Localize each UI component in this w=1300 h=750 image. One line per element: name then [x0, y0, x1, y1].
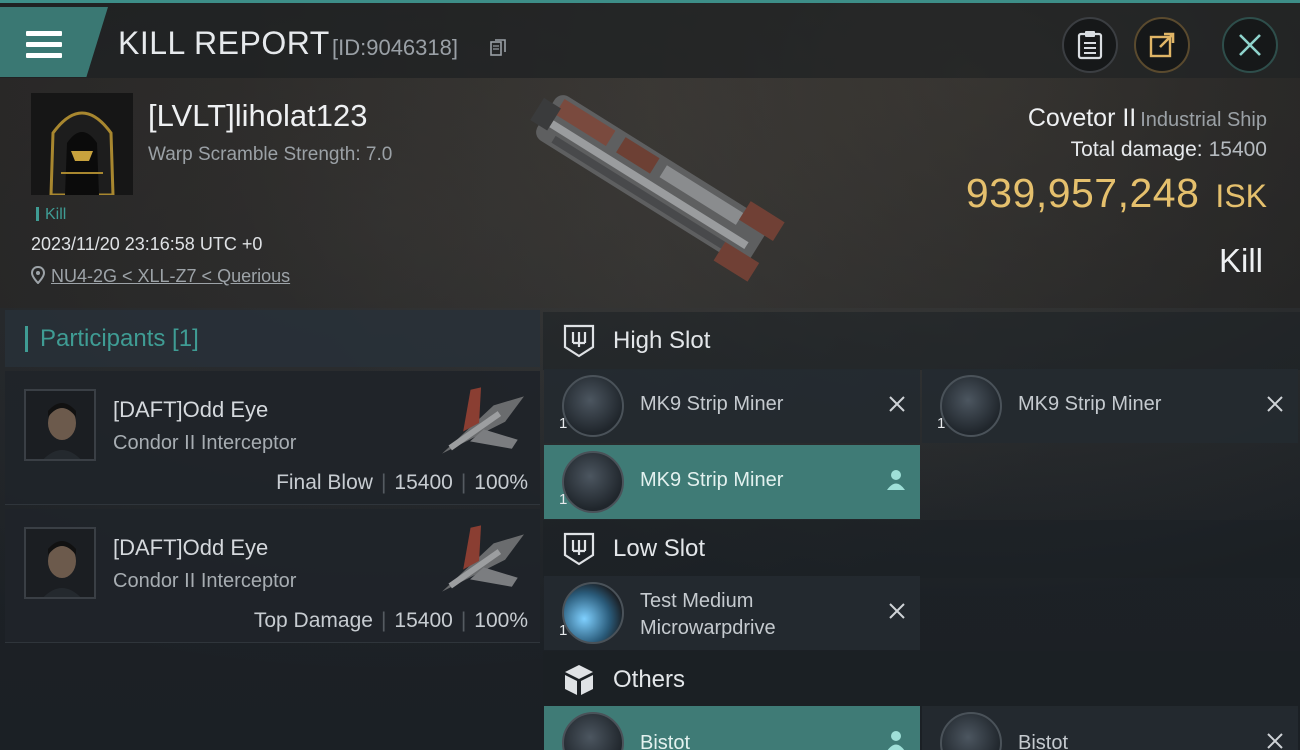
participant-ship: Condor II Interceptor	[113, 432, 297, 454]
result-tag: Kill	[36, 206, 66, 224]
module-quantity: 1	[559, 415, 568, 432]
participant-name[interactable]: [DAFT]Odd Eye	[113, 535, 268, 561]
participant-card[interactable]: [DAFT]Odd Eye Condor II Interceptor Fina…	[5, 371, 540, 505]
ship-class: Industrial Ship	[1140, 109, 1267, 131]
module-name: MK9 Strip Miner	[640, 469, 784, 491]
warp-scramble-strength: Warp Scramble Strength: 7.0	[148, 144, 393, 165]
others-header: Others	[543, 651, 1300, 709]
module-quantity: 1	[937, 415, 946, 432]
module-name-line1: Test Medium	[640, 590, 754, 612]
kill-location[interactable]: NU4-2G < XLL-Z7 < Querious	[30, 265, 290, 287]
victim-name[interactable]: [LVLT]liholat123	[148, 98, 367, 134]
participant-role: Final Blow	[276, 471, 373, 494]
participant-ship: Condor II Interceptor	[113, 570, 297, 592]
interceptor-ship-image	[442, 525, 524, 592]
isk-value: 939,957,248 ISK	[966, 170, 1267, 217]
share-button[interactable]	[1134, 17, 1190, 73]
low-slot-title: Low Slot	[613, 535, 706, 562]
dropped-pilot-icon	[887, 731, 905, 750]
report-id: [ID:9046318]	[332, 35, 458, 60]
module-name: MK9 Strip Miner	[1018, 393, 1162, 415]
high-slot-title: High Slot	[613, 327, 711, 354]
high-slot-icon	[563, 324, 595, 358]
module-item[interactable]: 1 MK9 Strip Miner	[922, 369, 1298, 443]
result-label: Kill	[1218, 242, 1263, 279]
header-bar: KILL REPORT [ID:9046318]	[0, 0, 1300, 78]
participant-avatar	[24, 527, 96, 599]
module-name: Bistot	[640, 732, 691, 750]
cargo-box-icon	[565, 665, 593, 695]
kill-summary: [LVLT]liholat123 Warp Scramble Strength:…	[0, 78, 1300, 308]
ore-icon	[940, 712, 1002, 750]
destroyed-x-icon	[889, 603, 905, 619]
participants-panel: Participants [1] [DAFT]Odd Eye Condor II…	[5, 310, 540, 750]
participant-avatar	[24, 389, 96, 461]
participant-percent: 100%	[474, 609, 528, 632]
total-damage: Total damage: 15400	[1071, 138, 1267, 162]
dropped-pilot-icon	[887, 470, 905, 490]
destroyed-x-icon	[889, 396, 905, 412]
module-quantity: 1	[559, 491, 568, 508]
others-title: Others	[613, 666, 686, 693]
total-damage-label: Total damage:	[1070, 138, 1203, 161]
module-item[interactable]: Bistot	[544, 706, 920, 750]
high-slot-header: High Slot	[543, 312, 1300, 370]
victim-ship-image	[530, 95, 785, 282]
destroyed-x-icon	[1267, 733, 1283, 749]
clipboard-button[interactable]	[1062, 17, 1118, 73]
victim-avatar[interactable]	[31, 93, 133, 195]
module-item[interactable]: 1 MK9 Strip Miner	[544, 369, 920, 443]
low-slot-icon	[563, 532, 595, 566]
participant-stats: Final Blow | 15400 | 100%	[276, 471, 528, 494]
module-item[interactable]: 1 MK9 Strip Miner	[544, 445, 920, 519]
participant-percent: 100%	[474, 471, 528, 494]
participant-stats: Top Damage | 15400 | 100%	[253, 609, 528, 632]
page-title: KILL REPORT	[118, 25, 330, 61]
fitting-panel: High Slot 1 MK9 Strip Miner 1 MK9 Strip …	[543, 310, 1300, 750]
module-name: Bistot	[1018, 732, 1069, 750]
module-name-line2: Microwarpdrive	[640, 617, 776, 639]
close-icon	[1239, 34, 1261, 56]
location-pin-icon	[30, 265, 46, 285]
strip-miner-icon	[940, 375, 1002, 437]
participant-role: Top Damage	[253, 609, 373, 632]
participant-damage: 15400	[394, 471, 453, 494]
isk-amount: 939,957,248	[965, 170, 1200, 216]
isk-unit: ISK	[1215, 178, 1267, 214]
module-item[interactable]: 1 Test Medium Microwarpdrive	[544, 576, 920, 650]
ore-icon	[562, 712, 624, 750]
strip-miner-icon	[562, 451, 624, 513]
victim-ship: Covetor II Industrial Ship	[1028, 104, 1267, 133]
hamburger-menu-icon	[26, 31, 62, 59]
participant-card[interactable]: [DAFT]Odd Eye Condor II Interceptor Top …	[5, 509, 540, 643]
participant-name[interactable]: [DAFT]Odd Eye	[113, 397, 268, 423]
location-link[interactable]: NU4-2G < XLL-Z7 < Querious	[51, 266, 290, 286]
strip-miner-icon	[562, 375, 624, 437]
participants-header: Participants [1]	[5, 310, 540, 367]
ship-name[interactable]: Covetor II	[1028, 104, 1136, 132]
module-name: Test Medium Microwarpdrive	[640, 588, 776, 642]
kill-timestamp: 2023/11/20 23:16:58 UTC +0	[31, 234, 263, 254]
interceptor-ship-image	[442, 387, 524, 454]
destroyed-x-icon	[1267, 396, 1283, 412]
low-slot-header: Low Slot	[543, 520, 1300, 578]
hooded-pilot-portrait	[31, 93, 133, 195]
share-icon	[1149, 32, 1175, 58]
module-item[interactable]: Bistot	[922, 706, 1298, 750]
microwarpdrive-icon	[562, 582, 624, 644]
module-name: MK9 Strip Miner	[640, 393, 784, 415]
total-damage-value: 15400	[1208, 138, 1267, 161]
participant-damage: 15400	[394, 609, 453, 632]
copy-icon[interactable]	[490, 39, 506, 57]
menu-button[interactable]	[0, 7, 108, 77]
module-quantity: 1	[559, 622, 568, 639]
close-button[interactable]	[1222, 17, 1278, 73]
clipboard-icon	[1077, 31, 1103, 60]
